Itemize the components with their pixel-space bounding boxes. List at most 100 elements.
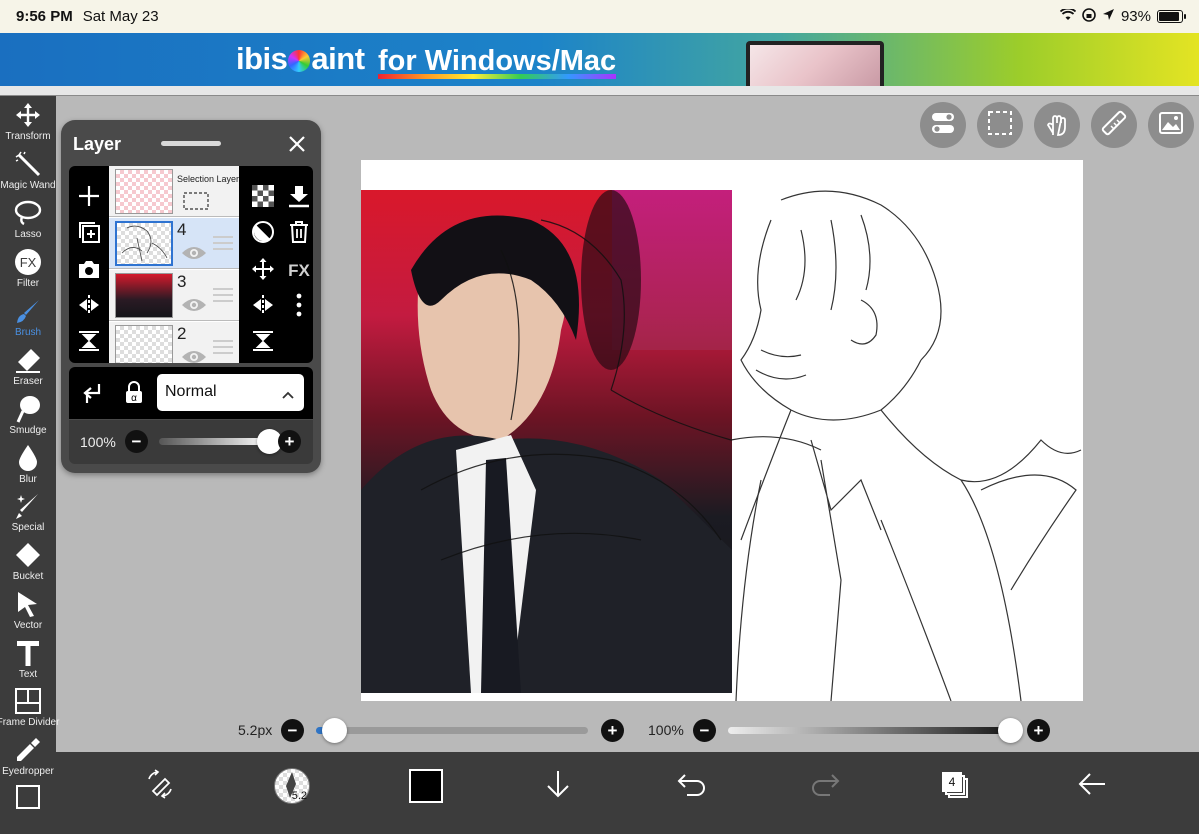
more-options-button[interactable] xyxy=(281,289,317,325)
tool-bucket[interactable]: Bucket xyxy=(0,540,56,588)
layer-number: 4 xyxy=(177,220,187,239)
layer-thumbnail xyxy=(115,221,173,266)
alpha-lock-button[interactable]: α xyxy=(123,381,145,410)
duplicate-icon xyxy=(77,220,101,249)
tool-blur[interactable]: Blur xyxy=(0,443,56,491)
brush-size-slider[interactable] xyxy=(316,727,588,734)
download-layer-button[interactable] xyxy=(281,180,317,216)
tool-smudge[interactable]: Smudge xyxy=(0,394,56,442)
visibility-eye-icon[interactable] xyxy=(181,349,207,363)
duplicate-layer-button[interactable] xyxy=(71,216,107,252)
layer-name: Selection Layer xyxy=(177,174,239,184)
brush-opacity-increase-button[interactable]: + xyxy=(1027,719,1050,742)
brush-opacity-value: 100% xyxy=(648,722,684,738)
delete-layer-button[interactable] xyxy=(281,216,317,252)
layer-fx-button[interactable]: FX xyxy=(281,253,317,289)
drag-handle-icon[interactable] xyxy=(213,288,233,302)
layer-row-selection[interactable]: Selection Layer xyxy=(109,166,239,217)
brush-icon xyxy=(13,296,43,326)
plus-icon xyxy=(77,184,101,213)
layer-thumbnail xyxy=(115,325,173,363)
blend-row: α Normal xyxy=(69,367,313,419)
reference-image-button[interactable] xyxy=(1148,102,1194,148)
brush-size-knob[interactable] xyxy=(322,718,348,743)
flip-layer-button[interactable] xyxy=(245,289,281,325)
brush-opacity-decrease-button[interactable]: − xyxy=(693,719,716,742)
layer-row-2[interactable]: 2 xyxy=(109,322,239,363)
ruler-button[interactable] xyxy=(1091,102,1137,148)
bucket-icon xyxy=(13,540,43,570)
apply-button[interactable] xyxy=(534,762,582,810)
layers-button[interactable]: 4 xyxy=(932,762,980,810)
tool-special[interactable]: Special xyxy=(0,491,56,539)
brush-sliders: 5.2px − + 100% − + xyxy=(0,713,1199,749)
cursor-arrow-icon xyxy=(13,589,43,619)
back-button[interactable] xyxy=(1068,762,1116,810)
flip-horizontal-button[interactable] xyxy=(71,289,107,325)
image-icon xyxy=(1157,109,1185,142)
frame-divider-icon xyxy=(13,686,43,716)
merge-layer-button[interactable] xyxy=(245,325,281,361)
selection-dashed-icon xyxy=(183,192,209,215)
ad-banner[interactable]: ibis aint for Windows/Mac xyxy=(0,33,1199,86)
color-picker-button[interactable] xyxy=(402,762,450,810)
visibility-eye-icon[interactable] xyxy=(181,245,207,266)
tool-magic-wand[interactable]: Magic Wand xyxy=(0,149,56,197)
blend-mode-select[interactable]: Normal xyxy=(157,374,304,411)
import-photo-button[interactable] xyxy=(71,253,107,289)
flip-horizontal-icon xyxy=(251,293,275,322)
opacity-decrease-button[interactable]: − xyxy=(125,430,148,453)
brush-opacity-knob[interactable] xyxy=(998,718,1023,743)
layers-stack-icon: 4 xyxy=(942,772,970,800)
special-pen-icon xyxy=(13,491,43,521)
arrow-left-icon xyxy=(1077,772,1107,801)
ad-subtitle: for Windows/Mac xyxy=(378,45,617,79)
tool-vector[interactable]: Vector xyxy=(0,589,56,637)
drag-handle-icon[interactable] xyxy=(213,236,233,250)
toggle-settings-button[interactable] xyxy=(920,102,966,148)
tool-lasso[interactable]: Lasso xyxy=(0,198,56,246)
layer-list: Selection Layer 4 3 2 xyxy=(109,166,239,363)
layer-left-actions xyxy=(71,166,107,363)
transparency-button[interactable] xyxy=(245,180,281,216)
smudge-icon xyxy=(13,394,43,424)
drawing-canvas[interactable] xyxy=(361,160,1083,701)
brush-size-decrease-button[interactable]: − xyxy=(281,719,304,742)
tool-text[interactable]: Text xyxy=(0,638,56,686)
opacity-increase-button[interactable]: + xyxy=(278,430,301,453)
move-arrows-icon xyxy=(13,100,43,130)
swap-tool-button[interactable] xyxy=(136,762,184,810)
hand-tool-button[interactable] xyxy=(1034,102,1080,148)
eraser-icon xyxy=(13,345,43,375)
tool-eraser[interactable]: Eraser xyxy=(0,345,56,393)
undo-button[interactable] xyxy=(668,762,716,810)
brush-size-increase-button[interactable]: + xyxy=(601,719,624,742)
drag-handle-icon[interactable] xyxy=(213,340,233,354)
status-time: 9:56 PM xyxy=(16,8,73,25)
clipping-button[interactable] xyxy=(245,216,281,252)
selection-button[interactable] xyxy=(977,102,1023,148)
panel-drag-handle[interactable] xyxy=(161,141,221,146)
tool-brush[interactable]: Brush xyxy=(0,296,56,344)
close-panel-button[interactable] xyxy=(287,134,307,154)
visibility-eye-icon[interactable] xyxy=(181,297,207,318)
layer-list-area: Selection Layer 4 3 2 FX xyxy=(69,166,313,363)
merge-down-button[interactable] xyxy=(71,325,107,361)
half-circle-icon xyxy=(251,220,275,249)
sketch-lines xyxy=(420,190,1082,701)
tool-transform[interactable]: Transform xyxy=(0,100,56,148)
tool-filter[interactable]: FX Filter xyxy=(0,247,56,295)
bottom-bar: 5.2 4 xyxy=(56,752,1199,834)
layer-opacity-value: 100% xyxy=(80,434,116,450)
layer-opacity-slider[interactable] xyxy=(159,438,269,445)
move-layer-button[interactable] xyxy=(245,253,281,289)
add-layer-button[interactable] xyxy=(71,180,107,216)
layer-row-4[interactable]: 4 xyxy=(109,218,239,269)
tool-frame[interactable] xyxy=(0,782,56,830)
redo-icon xyxy=(810,771,840,802)
brush-opacity-slider[interactable] xyxy=(728,727,1018,734)
clip-arrow-button[interactable] xyxy=(81,381,103,410)
layer-row-3[interactable]: 3 xyxy=(109,270,239,321)
brush-preview-button[interactable]: 5.2 xyxy=(268,762,316,810)
redo-button[interactable] xyxy=(801,762,849,810)
